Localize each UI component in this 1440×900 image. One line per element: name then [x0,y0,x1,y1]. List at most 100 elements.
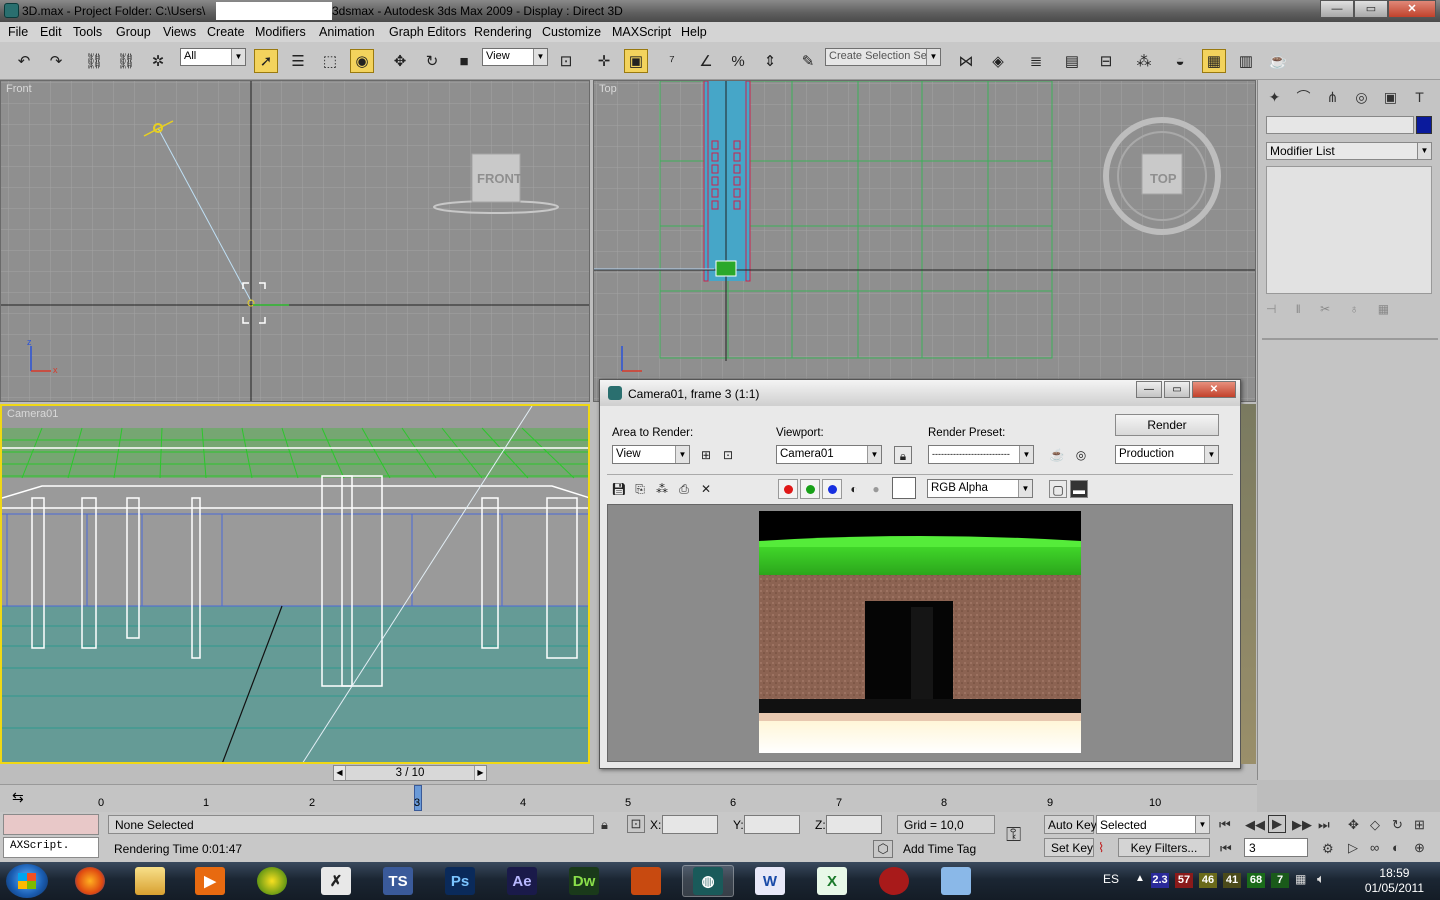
system-clock[interactable]: 18:59 01/05/2011 [1365,866,1424,896]
selection-lock-icon[interactable]: 🔒︎ [601,817,608,833]
object-color-swatch[interactable] [1416,116,1432,134]
volume-icon[interactable]: 🔈︎ [1317,871,1325,887]
percent-snap-icon[interactable]: % [726,49,750,73]
menu-edit[interactable]: Edit [40,25,62,39]
redo-icon[interactable]: ↷ [44,49,68,73]
maxscript-listener[interactable]: AXScript. [3,837,99,858]
next-frame-icon[interactable]: ▶▶ [1292,817,1312,833]
bind-space-warp-icon[interactable]: ✲ [146,49,170,73]
orbit-icon[interactable]: ↻ [1392,817,1403,833]
edit-region-icon[interactable]: ⊞ [697,446,715,464]
print-image-icon[interactable]: ⎙ [675,480,693,498]
curve-editor-icon[interactable]: ⊟ [1094,49,1118,73]
x-coordinate-field[interactable] [662,815,718,834]
render-close-button[interactable]: ✕ [1192,381,1236,398]
monochrome-icon[interactable]: ● [867,480,885,498]
pan-view-icon[interactable]: ✥ [1348,817,1359,833]
menu-modifiers[interactable]: Modifiers [255,25,306,39]
layer-manager-icon[interactable]: ≣ [1024,49,1048,73]
maxscript-listener-top[interactable] [3,814,99,835]
quick-render-icon[interactable]: ☕ [1266,49,1290,73]
media-player-taskbar-icon[interactable]: ▶ [184,865,236,897]
auto-key-button[interactable]: Auto Key [1044,815,1097,834]
menu-group[interactable]: Group [116,25,151,39]
menu-create[interactable]: Create [207,25,245,39]
align-icon[interactable]: ◈ [986,49,1010,73]
render-minimize-button[interactable]: — [1136,381,1162,398]
mirror-icon[interactable]: ⋈ [954,49,978,73]
viewport-front[interactable]: z x FRONT Front [0,80,590,402]
menu-file[interactable]: File [8,25,28,39]
field-of-view-icon[interactable]: ▷ [1348,840,1358,856]
acrobat-taskbar-icon[interactable] [868,865,920,897]
swatch-box[interactable] [892,477,916,499]
material-editor-icon[interactable]: ◒ [1168,49,1192,73]
window-crossing-icon[interactable]: ◉ [350,49,374,73]
menu-animation[interactable]: Animation [319,25,375,39]
paint-taskbar-icon[interactable] [930,865,982,897]
edit-named-selection-icon[interactable]: ✎ [796,49,820,73]
time-tag-icon[interactable]: ⬡ [873,840,893,858]
select-and-link-icon[interactable]: ⛓ [82,49,106,73]
environment-icon[interactable]: ◎ [1072,446,1090,464]
menu-views[interactable]: Views [163,25,196,39]
viewport-top[interactable]: TOP Top [593,80,1256,402]
flash-taskbar-icon[interactable] [620,865,672,897]
set-key-button[interactable]: Set Key [1044,838,1094,857]
z-coordinate-field[interactable] [826,815,882,834]
undo-icon[interactable]: ↶ [12,49,36,73]
previous-frame-arrow[interactable]: ◀ [334,766,346,780]
menu-tools[interactable]: Tools [73,25,102,39]
roll-camera-icon[interactable]: ⊕ [1414,840,1425,856]
select-by-name-icon[interactable]: ☰ [286,49,310,73]
selection-filter-dropdown[interactable]: All ▼ [180,48,246,66]
alpha-channel-icon[interactable]: ◐ [845,480,863,498]
show-hidden-icons[interactable]: ▲ [1135,873,1145,884]
render-setup-icon[interactable]: ▦ [1202,49,1226,73]
excel-taskbar-icon[interactable]: X [806,865,858,897]
modify-tab-icon[interactable]: ⌒ [1291,86,1316,108]
go-to-start-icon[interactable]: ⏮ [1219,817,1231,833]
menu-graph-editors[interactable]: Graph Editors [389,25,466,39]
reference-coordinate-dropdown[interactable]: View ▼ [482,48,548,66]
viewport-label-top[interactable]: Top [599,83,617,95]
xara-taskbar-icon[interactable]: ✗ [310,865,362,897]
key-filters-button[interactable]: Key Filters... [1118,838,1210,857]
viewport-dropdown[interactable]: Camera01 ▼ [776,445,882,464]
select-object-icon[interactable]: ➚ [254,49,278,73]
time-configuration-icon[interactable]: ⚙ [1322,841,1334,857]
menu-help[interactable]: Help [681,25,707,39]
select-and-move-icon[interactable]: ✥ [388,49,412,73]
rectangular-selection-icon[interactable]: ⬚ [318,49,342,73]
photoshop-taskbar-icon[interactable]: Ps [434,865,486,897]
dreamweaver-taskbar-icon[interactable]: Dw [558,865,610,897]
viewport-camera[interactable]: Camera01 [0,404,590,764]
green-channel-toggle[interactable] [800,479,820,499]
toggle-ui-icon[interactable]: ▬ [1070,480,1088,498]
close-button[interactable]: ✕ [1388,0,1436,18]
save-image-icon[interactable]: 💾︎ [610,480,628,498]
y-coordinate-field[interactable] [744,815,800,834]
zoom-all-icon[interactable]: ∞ [1370,840,1379,855]
motion-tab-icon[interactable]: ◎ [1349,86,1374,108]
utilities-tab-icon[interactable]: T [1407,86,1432,108]
copy-image-icon[interactable]: ⎘ [631,480,649,498]
zoom-extents-icon[interactable]: ◇ [1370,817,1380,833]
object-name-field[interactable] [1266,116,1414,134]
menu-customize[interactable]: Customize [542,25,601,39]
language-indicator[interactable]: ES [1103,872,1119,886]
play-icon[interactable]: ▶ [1268,815,1286,833]
toggle-ui-overlay-icon[interactable]: ▢ [1049,480,1067,498]
menu-rendering[interactable]: Rendering [474,25,532,39]
current-frame-field[interactable]: 3 [1244,838,1308,857]
display-tab-icon[interactable]: ▣ [1378,86,1403,108]
previous-frame-icon[interactable]: ◀◀ [1245,817,1265,833]
render-button[interactable]: Render [1115,414,1219,436]
key-mode-icon[interactable]: ⏮ [1220,841,1232,857]
render-preset-dropdown[interactable]: -------------------------- ▼ [928,445,1034,464]
viewport-label-front[interactable]: Front [6,83,32,95]
unlink-icon[interactable]: ⛓ [114,49,138,73]
key-selection-dropdown[interactable]: Selected ▼ [1096,815,1210,834]
network-icon[interactable]: ▦ [1295,872,1306,886]
manipulate-icon[interactable]: ✛ [592,49,616,73]
